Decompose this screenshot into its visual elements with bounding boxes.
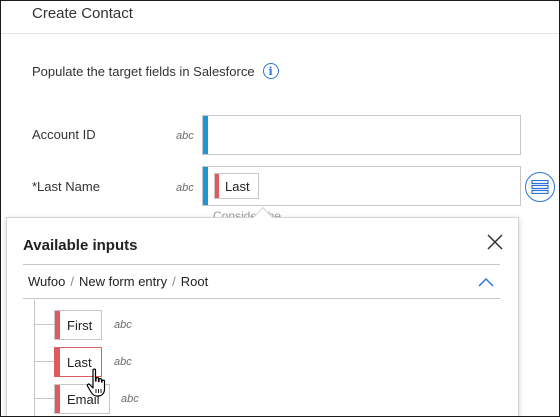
popover-title: Available inputs xyxy=(23,237,138,254)
last-name-indicator xyxy=(203,167,208,205)
last-name-mapped-chip[interactable]: Last xyxy=(214,173,259,199)
last-name-type: abc xyxy=(176,182,194,194)
collapse-button[interactable] xyxy=(477,274,495,290)
account-id-field[interactable] xyxy=(202,115,521,155)
breadcrumb-separator: / xyxy=(70,274,74,289)
breadcrumb-separator: / xyxy=(172,274,176,289)
account-id-indicator xyxy=(203,116,208,154)
input-item-first[interactable]: First xyxy=(54,310,103,340)
subtitle-text: Populate the target fields in Salesforce xyxy=(32,63,255,79)
breadcrumb-item[interactable]: Root xyxy=(181,274,208,289)
tree-connector xyxy=(34,300,35,416)
page-title: Create Contact xyxy=(32,5,133,22)
input-item-type: abc xyxy=(114,319,132,331)
available-inputs-popover: Available inputs Wufoo / New form entry … xyxy=(6,207,519,416)
header-divider xyxy=(1,33,559,34)
account-id-type: abc xyxy=(176,130,194,142)
form-subtitle: Populate the target fields in Salesforce… xyxy=(32,63,279,79)
mapped-chip-label: Last xyxy=(225,178,250,194)
input-item-type: abc xyxy=(121,393,139,405)
account-id-label: Account ID xyxy=(32,127,96,142)
mapping-list-icon xyxy=(531,180,549,194)
input-item-label: First xyxy=(67,317,93,333)
info-icon[interactable]: i xyxy=(262,63,279,79)
tree-branch xyxy=(34,398,54,399)
breadcrumb-item[interactable]: Wufoo xyxy=(28,274,65,289)
last-name-label: *Last Name xyxy=(32,179,100,194)
chevron-up-icon xyxy=(478,277,494,287)
create-contact-panel: Create Contact Populate the target field… xyxy=(0,0,560,417)
tree-branch xyxy=(34,361,54,362)
input-item-type: abc xyxy=(114,356,132,368)
hand-pointer-icon xyxy=(86,368,106,397)
tree-branch xyxy=(34,324,54,325)
close-icon xyxy=(487,234,503,250)
breadcrumb-item[interactable]: New form entry xyxy=(79,274,167,289)
close-button[interactable] xyxy=(486,233,504,251)
last-name-field[interactable]: Last xyxy=(202,166,521,206)
breadcrumb: Wufoo / New form entry / Root xyxy=(23,264,500,299)
mapping-list-button[interactable] xyxy=(525,172,555,202)
